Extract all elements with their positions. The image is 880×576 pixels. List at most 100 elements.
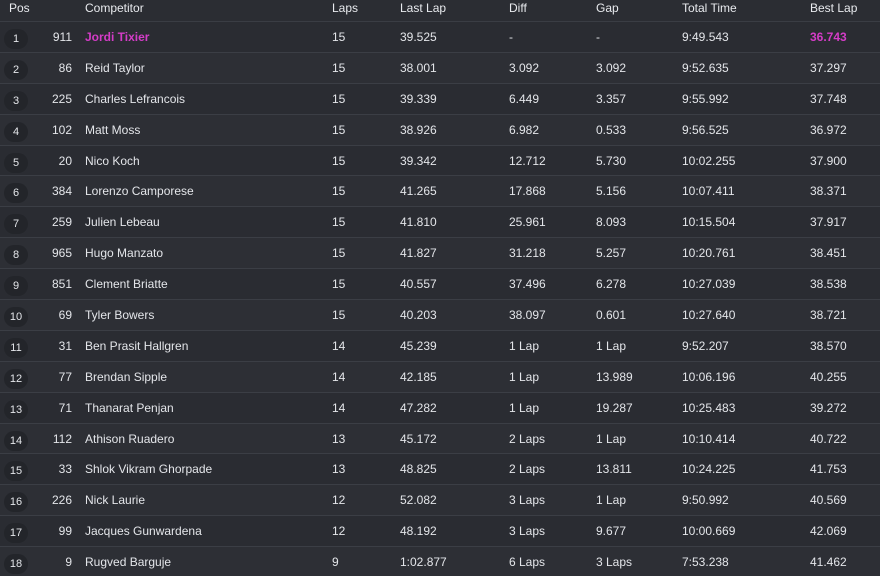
position-badge: 10	[4, 307, 28, 328]
best-lap-value: 37.900	[810, 153, 847, 168]
diff-value: 6 Laps	[509, 555, 546, 570]
total-time-value: 10:07.411	[682, 184, 735, 199]
competitor-number: 77	[58, 369, 72, 384]
header-best-lap[interactable]: Best Lap	[810, 0, 857, 16]
competitor-number: 102	[51, 122, 72, 137]
table-row[interactable]: 6 384 Lorenzo Camporese 15 41.265 17.868 5.156…	[0, 176, 880, 208]
table-row[interactable]: 9 851 Clement Briatte 15 40.557 37.496 6.278 10…	[0, 269, 880, 301]
last-lap-value: 39.339	[400, 91, 437, 106]
competitor-number: 225	[51, 91, 72, 106]
table-row[interactable]: 12 77 Brendan Sipple 14 42.185 1 Lap 13.989 10:…	[0, 361, 880, 393]
gap-value: 0.533	[596, 122, 627, 137]
last-lap-value: 45.239	[400, 338, 437, 353]
table-row[interactable]: 17 99 Jacques Gunwardena 12 48.192 3 Laps 9.67…	[0, 516, 880, 548]
header-total-time[interactable]: Total Time	[682, 0, 737, 16]
table-row[interactable]: 4 102 Matt Moss 15 38.926 6.982 0.533 9:56.525 3…	[0, 114, 880, 146]
header-pos[interactable]: Pos	[9, 0, 43, 16]
best-lap-value: 40.569	[810, 493, 847, 508]
best-lap-value: 36.972	[810, 122, 847, 137]
best-lap-value: 38.721	[810, 308, 847, 323]
competitor-number: 112	[52, 431, 72, 446]
competitor-name: Athison Ruadero	[85, 431, 175, 446]
gap-value: 1 Lap	[596, 338, 627, 353]
diff-value: 25.961	[509, 215, 546, 230]
table-row[interactable]: 8 965 Hugo Manzato 15 41.827 31.218 5.257 10:20…	[0, 238, 880, 270]
total-time-value: 7:53.238	[682, 555, 729, 570]
total-time-value: 10:25.483	[682, 400, 736, 415]
competitor-name: Julien Lebeau	[85, 215, 160, 230]
header-laps[interactable]: Laps	[332, 0, 358, 16]
last-lap-value: 41.810	[400, 215, 437, 230]
total-time-value: 9:50.992	[682, 493, 729, 508]
position-badge: 13	[4, 399, 28, 420]
laps-value: 14	[332, 400, 346, 415]
total-time-value: 9:55.992	[682, 91, 729, 106]
table-row[interactable]: 16 226 Nick Laurie 12 52.082 3 Laps 1 Lap 9:50.…	[0, 485, 880, 517]
diff-value: -	[509, 30, 513, 44]
competitor-number: 71	[58, 400, 72, 415]
best-lap-value: 37.917	[810, 215, 847, 230]
table-row[interactable]: 7 259 Julien Lebeau 15 41.810 25.961 8.093 10:1…	[0, 207, 880, 239]
total-time-value: 9:49.543	[682, 30, 729, 44]
last-lap-value: 39.342	[400, 153, 437, 168]
laps-value: 15	[332, 215, 346, 230]
table-row[interactable]: 1 911 Jordi Tixier 15 39.525 - - 9:49.543 36.743	[0, 22, 880, 53]
competitor-name: Ben Prasit Hallgren	[85, 338, 189, 353]
laps-value: 12	[332, 493, 346, 508]
competitor-name: Thanarat Penjan	[85, 400, 174, 415]
last-lap-value: 38.926	[400, 122, 437, 137]
gap-value: 13.989	[596, 369, 633, 384]
table-row[interactable]: 3 225 Charles Lefrancois 15 39.339 6.449 3.357…	[0, 83, 880, 115]
competitor-name: Charles Lefrancois	[85, 91, 186, 106]
total-time-value: 9:52.635	[682, 60, 729, 75]
diff-value: 3 Laps	[509, 524, 546, 539]
header-diff[interactable]: Diff	[509, 0, 527, 16]
last-lap-value: 48.825	[400, 462, 437, 477]
table-row[interactable]: 10 69 Tyler Bowers 15 40.203 38.097 0.601 10:27…	[0, 300, 880, 331]
position-badge: 4	[4, 121, 28, 142]
gap-value: 19.287	[596, 400, 633, 415]
gap-value: 0.601	[596, 308, 627, 323]
table-row[interactable]: 15 33 Shlok Vikram Ghorpade 13 48.825 2 Laps 1…	[0, 454, 880, 486]
last-lap-value: 38.001	[400, 60, 437, 75]
header-competitor[interactable]: Competitor	[85, 0, 144, 16]
last-lap-value: 41.265	[400, 184, 437, 199]
diff-value: 37.496	[509, 277, 546, 292]
laps-value: 12	[332, 524, 346, 539]
last-lap-value: 47.282	[400, 400, 437, 415]
competitor-name: Nico Koch	[85, 153, 140, 168]
best-lap-value: 38.570	[810, 338, 847, 353]
competitor-name: Lorenzo Camporese	[85, 184, 194, 199]
diff-value: 1 Lap	[509, 369, 540, 384]
gap-value: 6.278	[596, 277, 627, 292]
position-badge: 16	[4, 492, 28, 513]
gap-value: 13.811	[596, 462, 632, 477]
competitor-number: 9	[65, 555, 72, 570]
competitor-name: Clement Briatte	[85, 277, 168, 292]
last-lap-value: 42.185	[400, 369, 437, 384]
table-row[interactable]: 5 20 Nico Koch 15 39.342 12.712 5.730 10:02.255…	[0, 145, 880, 177]
table-row[interactable]: 18 9 Rugved Barguje 9 1:02.877 6 Laps 3 Laps 7:…	[0, 547, 880, 576]
best-lap-value: 38.538	[810, 277, 847, 292]
position-badge: 17	[4, 523, 28, 544]
header-last-lap[interactable]: Last Lap	[400, 0, 446, 16]
gap-value: 5.156	[596, 184, 627, 199]
competitor-number: 31	[58, 338, 72, 353]
laps-value: 15	[332, 246, 346, 261]
total-time-value: 10:06.196	[682, 369, 736, 384]
laps-value: 15	[332, 153, 346, 168]
table-row[interactable]: 13 71 Thanarat Penjan 14 47.282 1 Lap 19.287 10…	[0, 392, 880, 424]
table-row[interactable]: 14 112 Athison Ruadero 13 45.172 2 Laps 1 Lap 1…	[0, 423, 880, 455]
gap-value: 9.677	[596, 524, 627, 539]
position-badge: 2	[4, 59, 28, 80]
table-row[interactable]: 11 31 Ben Prasit Hallgren 14 45.239 1 Lap 1 La…	[0, 330, 880, 362]
position-badge: 18	[4, 554, 28, 575]
position-badge: 7	[4, 214, 28, 235]
last-lap-value: 1:02.877	[400, 555, 447, 570]
competitor-name: Shlok Vikram Ghorpade	[85, 462, 213, 477]
best-lap-value: 38.451	[810, 246, 847, 261]
header-gap[interactable]: Gap	[596, 0, 619, 16]
position-badge: 14	[4, 430, 28, 451]
table-row[interactable]: 2 86 Reid Taylor 15 38.001 3.092 3.092 9:52.635…	[0, 52, 880, 84]
table-header: Pos Competitor Laps Last Lap Diff Gap To…	[0, 0, 880, 22]
